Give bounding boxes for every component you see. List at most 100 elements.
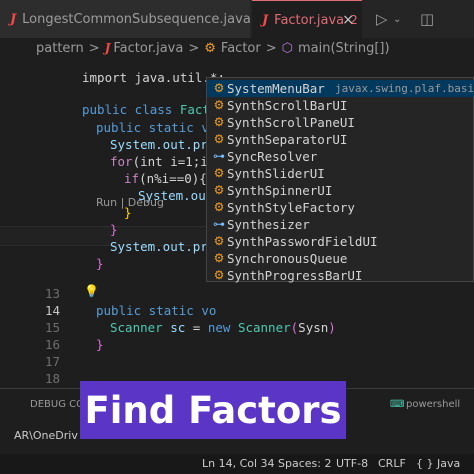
code-line: 15 } <box>0 302 104 352</box>
close-icon[interactable]: × <box>342 12 354 28</box>
java-file-icon: J <box>104 41 111 55</box>
class-icon: ⚙ <box>204 40 216 56</box>
breadcrumb: pattern > J Factor.java > ⚙ Factor > ⬡ m… <box>0 38 474 58</box>
code-text: } <box>96 337 104 352</box>
class-icon: ⚙ <box>213 132 225 146</box>
code-line: } <box>0 238 104 271</box>
terminal-icon: ⌨ <box>390 399 405 410</box>
class-icon: ⚙ <box>213 234 225 248</box>
suggestion-detail: javax.swing.plaf.basic <box>335 82 474 95</box>
run-icon[interactable]: ▷ <box>376 10 388 28</box>
breadcrumb-file[interactable]: Factor.java <box>113 41 183 56</box>
suggestion-item[interactable]: ⊶ Synthesizer <box>207 216 474 233</box>
code-line: 17 <box>0 336 60 369</box>
code-line: } <box>0 187 132 220</box>
banner-title: Find Factors <box>84 388 342 432</box>
suggestion-label: SystemMenuBar <box>227 81 325 96</box>
title-banner: Find Factors <box>80 381 346 439</box>
suggestion-item[interactable]: ⚙ SynthStyleFactory <box>207 199 474 216</box>
method-icon: ⬡ <box>281 40 293 56</box>
autocomplete-suggestions: ⚙ SystemMenuBar javax.swing.plaf.basic ⚙ Syn… <box>206 77 474 284</box>
suggestion-label: SynthSpinnerUI <box>227 183 333 198</box>
split-editor-icon[interactable]: ◫ <box>420 10 434 28</box>
keyword: public static vo <box>96 303 217 318</box>
indentation[interactable]: Spaces: 2 <box>278 457 331 470</box>
chevron-down-icon[interactable]: ⌄ <box>393 14 401 25</box>
suggestion-label: SynchronousQueue <box>227 251 348 266</box>
class-icon: ⚙ <box>213 268 225 282</box>
tab-debug-console[interactable]: DEBUG CO <box>30 399 84 410</box>
code-line: public static vo <box>0 102 216 135</box>
code-line: 18 } <box>0 353 90 403</box>
suggestion-item[interactable]: ⚙ SystemMenuBar javax.swing.plaf.basic <box>207 80 474 97</box>
suggestion-item[interactable]: ⚙ SynchronousQueue <box>207 250 474 267</box>
tab-longest-common-subsequence[interactable]: J LongestCommonSubsequence.java 1 <box>0 0 264 38</box>
breadcrumb-class[interactable]: Factor <box>221 41 261 56</box>
codelens-run-debug[interactable]: Run | Debug <box>96 196 164 209</box>
tab-factor[interactable]: J Factor.java 2 × <box>252 0 362 39</box>
cursor-position[interactable]: Ln 14, Col 34 <box>202 457 275 470</box>
language-mode[interactable]: { } Java <box>416 457 460 470</box>
code-line: System.out.prin <box>0 221 223 254</box>
suggestion-label: SynthStyleFactory <box>227 200 355 215</box>
class-icon: ⚙ <box>213 81 225 95</box>
breadcrumb-folder[interactable]: pattern <box>36 41 84 56</box>
class-icon: ⚙ <box>213 115 225 129</box>
encoding[interactable]: UTF-8 <box>336 457 368 470</box>
code-text: } <box>96 256 104 271</box>
code-line: if(n%i==0){ <box>0 153 207 186</box>
code-text: (n%i==0){ <box>139 171 207 186</box>
keyword: public static vo <box>96 120 217 135</box>
code-line: System.out.prin <box>0 119 223 152</box>
interface-icon: ⊶ <box>213 149 225 163</box>
suggestion-item[interactable]: ⚙ SynthProgressBarUI <box>207 267 474 284</box>
breadcrumb-separator: > <box>188 40 200 56</box>
class-icon: ⚙ <box>213 98 225 112</box>
tab-label: LongestCommonSubsequence.java <box>22 11 251 27</box>
code-text: } <box>110 222 118 237</box>
import-statement: import java.util.*; <box>82 70 225 85</box>
suggestion-item[interactable]: ⚙ SynthPasswordFieldUI <box>207 233 474 250</box>
code-line: import java.util.*; <box>0 52 225 85</box>
code-line: public class Factor <box>0 84 225 117</box>
code-line: 16 <box>0 319 60 352</box>
tab-label: Factor.java <box>274 12 345 28</box>
class-icon: ⚙ <box>213 183 225 197</box>
suggestion-item[interactable]: ⚙ SynthScrollBarUI <box>207 97 474 114</box>
suggestion-item[interactable]: ⚙ SynthSeparatorUI <box>207 131 474 148</box>
suggestion-label: SynthSliderUI <box>227 166 325 181</box>
suggestion-label: SynthProgressBarUI <box>227 268 363 283</box>
suggestion-item[interactable]: ⚙ SynthSpinnerUI <box>207 182 474 199</box>
tab-bar: J LongestCommonSubsequence.java 1 J Fact… <box>0 0 474 39</box>
class-icon: ⚙ <box>213 251 225 265</box>
code-line: } <box>0 204 118 237</box>
suggestion-label: SynthScrollPaneUI <box>227 115 355 130</box>
suggestion-label: SynthPasswordFieldUI <box>227 234 378 249</box>
keyword: for <box>110 154 133 169</box>
code-line: 14 Scanner sc = new Scanner(Sysn) <box>0 285 336 335</box>
suggestion-label: SynthSeparatorUI <box>227 132 348 147</box>
suggestion-item[interactable]: ⊶ SyncResolver <box>207 148 474 165</box>
code-line: for(int i=1;i< <box>0 136 215 169</box>
suggestion-label: Synthesizer <box>227 217 310 232</box>
java-file-icon: J <box>262 12 269 28</box>
breadcrumb-method[interactable]: main(String[]) <box>298 41 390 56</box>
status-bar: Ln 14, Col 34 Spaces: 2 UTF-8 CRLF { } J… <box>0 454 474 474</box>
java-file-icon: J <box>10 11 17 27</box>
interface-icon: ⊶ <box>213 217 225 231</box>
breadcrumb-separator: > <box>88 40 100 56</box>
suggestion-label: SynthScrollBarUI <box>227 98 348 113</box>
lightbulb-icon[interactable]: 💡 <box>84 284 99 298</box>
line-ending[interactable]: CRLF <box>378 457 406 470</box>
class-icon: ⚙ <box>213 166 225 180</box>
code-text: (int i=1;i< <box>132 154 216 169</box>
suggestion-item[interactable]: ⚙ SynthScrollPaneUI <box>207 114 474 131</box>
suggestion-label: SyncResolver <box>227 149 318 164</box>
tab-powershell[interactable]: powershell <box>406 399 460 410</box>
breadcrumb-separator: > <box>265 40 277 56</box>
keyword: if <box>124 171 140 186</box>
suggestion-item[interactable]: ⚙ SynthSliderUI <box>207 165 474 182</box>
code-line: 19 <box>0 370 60 403</box>
code-line: System.out <box>0 170 213 203</box>
class-icon: ⚙ <box>213 200 225 214</box>
